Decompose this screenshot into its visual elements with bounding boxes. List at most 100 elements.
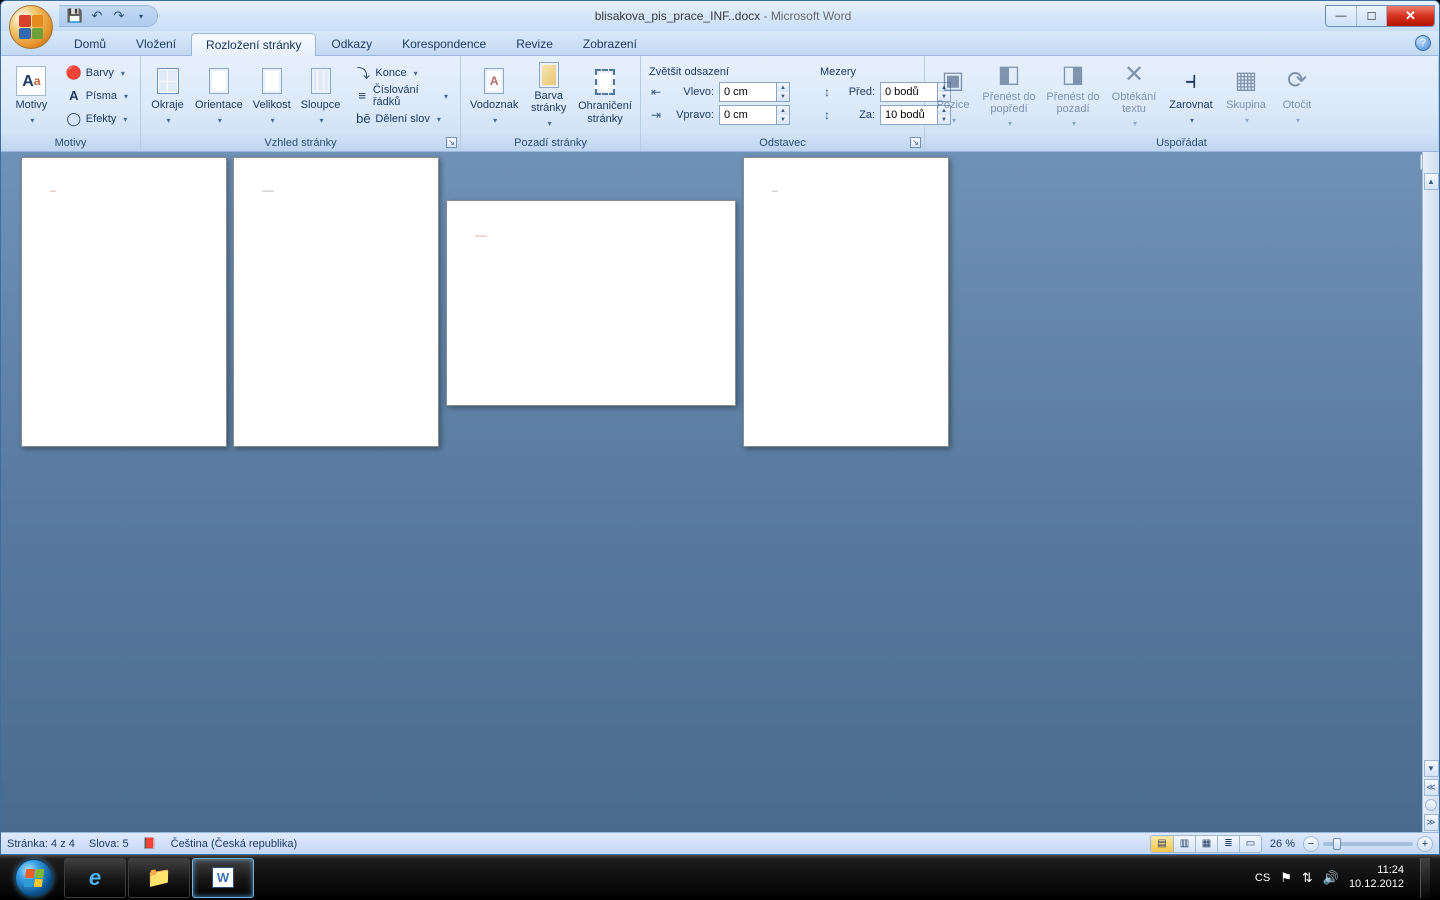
- system-tray: CS ⚑ ⇅ 🔊 11:24 10.12.2012: [1255, 858, 1434, 898]
- zoom-slider[interactable]: [1323, 842, 1413, 846]
- undo-icon[interactable]: ↶: [89, 8, 105, 24]
- zarovnat-button[interactable]: ⫞Zarovnat: [1165, 61, 1217, 131]
- taskbar-explorer[interactable]: 📁: [128, 858, 190, 898]
- group-usporadat-label: Uspořádat: [925, 135, 1438, 151]
- office-button[interactable]: [9, 5, 53, 49]
- linenum-icon: ≡: [355, 88, 368, 104]
- indent-left-icon: ⇤: [647, 84, 665, 100]
- obtekani-button: ✕Obtékání textu: [1107, 61, 1161, 131]
- ribbon-tabs: Domů Vložení Rozložení stránky Odkazy Ko…: [1, 31, 1439, 56]
- zoom-in-button[interactable]: +: [1417, 836, 1433, 852]
- prev-page-button[interactable]: ≪: [1424, 779, 1439, 796]
- page-1[interactable]: ﹏: [21, 157, 227, 447]
- zoom-out-button[interactable]: −: [1303, 836, 1319, 852]
- deleni-button[interactable]: bēDělení slov: [349, 108, 454, 130]
- vodoznak-button[interactable]: Vodoznak: [467, 61, 521, 131]
- tab-revize[interactable]: Revize: [501, 32, 568, 55]
- indent-left-input[interactable]: ▲▼: [719, 82, 790, 102]
- motivy-button[interactable]: Aa Motivy: [7, 61, 56, 131]
- group-odstavec: Zvětšit odsazení ⇤ Vlevo: ▲▼ ⇥ Vpravo: ▲…: [641, 56, 925, 151]
- titlebar: 💾 ↶ ↷ ▾ blisakova_pis_prace_INF..docx - …: [1, 1, 1439, 31]
- maximize-button[interactable]: ☐: [1356, 6, 1386, 26]
- page-canvas: ﹏ ﹏﹏ ﹏﹏ ﹏: [1, 152, 1416, 832]
- barva-stranky-button[interactable]: Barva stránky: [525, 61, 572, 131]
- browse-object-button[interactable]: [1425, 799, 1437, 811]
- tray-lang[interactable]: CS: [1255, 872, 1270, 884]
- tray-flag-icon[interactable]: ⚑: [1280, 870, 1292, 886]
- tab-odkazy[interactable]: Odkazy: [316, 32, 387, 55]
- barvy-button[interactable]: 🔴Barvy: [60, 62, 134, 84]
- redo-icon[interactable]: ↷: [111, 8, 127, 24]
- status-language[interactable]: Čeština (Česká republika): [171, 838, 298, 850]
- zoom-level[interactable]: 26 %: [1270, 838, 1295, 850]
- taskbar-word[interactable]: W: [192, 858, 254, 898]
- close-button[interactable]: ✕: [1386, 6, 1434, 26]
- indent-right-input[interactable]: ▲▼: [719, 105, 790, 125]
- document-area[interactable]: ﹏ ﹏﹏ ﹏﹏ ﹏ ▤ ▲ ▼ ≪ ≫: [1, 152, 1439, 832]
- colors-icon: 🔴: [66, 65, 82, 81]
- page-4[interactable]: ﹏: [743, 157, 949, 447]
- tray-time[interactable]: 11:24: [1377, 864, 1404, 877]
- status-words[interactable]: Slova: 5: [89, 838, 129, 850]
- group-odstavec-label: Odstavec↘: [641, 135, 924, 151]
- save-icon[interactable]: 💾: [67, 8, 83, 24]
- scroll-up-button[interactable]: ▲: [1424, 173, 1439, 190]
- view-print-icon[interactable]: ▤: [1151, 836, 1173, 852]
- tab-zobrazeni[interactable]: Zobrazení: [568, 32, 652, 55]
- tray-volume-icon[interactable]: 🔊: [1323, 870, 1339, 886]
- velikost-button[interactable]: Velikost: [250, 61, 294, 131]
- minimize-button[interactable]: —: [1326, 6, 1356, 26]
- quick-access-toolbar: 💾 ↶ ↷ ▾: [59, 5, 158, 27]
- page-3[interactable]: ﹏﹏: [446, 200, 736, 406]
- view-draft-icon[interactable]: ▭: [1239, 836, 1261, 852]
- group-pozadi: Vodoznak Barva stránky Ohraničení stránk…: [461, 56, 641, 151]
- pozice-button: ▣Pozice: [931, 61, 975, 131]
- sloupce-button[interactable]: Sloupce: [298, 61, 344, 131]
- otocit-button: ⟳Otočit: [1275, 61, 1319, 131]
- space-before-icon: ↕: [818, 84, 836, 100]
- group-vzhled-label: Vzhled stránky↘: [141, 135, 460, 151]
- proofing-icon[interactable]: 📕: [143, 837, 157, 851]
- taskbar-ie[interactable]: e: [64, 858, 126, 898]
- page-2[interactable]: ﹏﹏: [233, 157, 439, 447]
- pisma-button[interactable]: APísma: [60, 85, 134, 107]
- vertical-scrollbar[interactable]: ▲ ▼ ≪ ≫: [1422, 152, 1439, 832]
- skupina-button: ▦Skupina: [1221, 61, 1271, 131]
- taskbar: e 📁 W CS ⚑ ⇅ 🔊 11:24 10.12.2012: [0, 855, 1440, 900]
- okraje-button[interactable]: Okraje: [147, 61, 188, 131]
- group-vzhled: Okraje Orientace Velikost Sloupce ⤵Konce…: [141, 56, 461, 151]
- dopredu-button: ◧Přenést do popředí: [979, 61, 1039, 131]
- qat-customize-icon[interactable]: ▾: [133, 8, 149, 24]
- scroll-down-button[interactable]: ▼: [1424, 760, 1439, 777]
- tab-rozlozeni[interactable]: Rozložení stránky: [191, 33, 316, 56]
- help-button[interactable]: ?: [1415, 35, 1431, 51]
- group-motivy-label: Motivy: [1, 135, 140, 151]
- status-bar: Stránka: 4 z 4 Slova: 5 📕 Čeština (Česká…: [1, 832, 1439, 854]
- view-web-icon[interactable]: ▦: [1195, 836, 1217, 852]
- ohraniceni-button[interactable]: Ohraničení stránky: [576, 61, 634, 131]
- group-motivy: Aa Motivy 🔴Barvy APísma ◯Efekty Motivy: [1, 56, 141, 151]
- space-after-icon: ↕: [818, 107, 836, 123]
- tab-korespondence[interactable]: Korespondence: [387, 32, 501, 55]
- hyphen-icon: bē: [355, 111, 371, 127]
- cislovani-button[interactable]: ≡Číslování řádků: [349, 85, 454, 107]
- dialog-launcher-icon[interactable]: ↘: [910, 137, 921, 148]
- efekty-button[interactable]: ◯Efekty: [60, 108, 134, 130]
- tab-vlozeni[interactable]: Vložení: [121, 32, 191, 55]
- status-page[interactable]: Stránka: 4 z 4: [7, 838, 75, 850]
- tray-date[interactable]: 10.12.2012: [1349, 878, 1404, 891]
- konce-button[interactable]: ⤵Konce: [349, 62, 454, 84]
- dialog-launcher-icon[interactable]: ↘: [446, 137, 457, 148]
- indent-right-icon: ⇥: [647, 107, 665, 123]
- tray-network-icon[interactable]: ⇅: [1302, 870, 1313, 886]
- view-outline-icon[interactable]: ≣: [1217, 836, 1239, 852]
- next-page-button[interactable]: ≫: [1424, 814, 1439, 831]
- show-desktop-button[interactable]: [1420, 858, 1430, 898]
- fonts-icon: A: [66, 88, 82, 104]
- orientace-button[interactable]: Orientace: [192, 61, 246, 131]
- breaks-icon: ⤵: [355, 65, 371, 81]
- start-button[interactable]: [6, 858, 62, 898]
- view-fullread-icon[interactable]: ▥: [1173, 836, 1195, 852]
- space-after-label: Za:: [841, 109, 875, 121]
- tab-domu[interactable]: Domů: [59, 32, 121, 55]
